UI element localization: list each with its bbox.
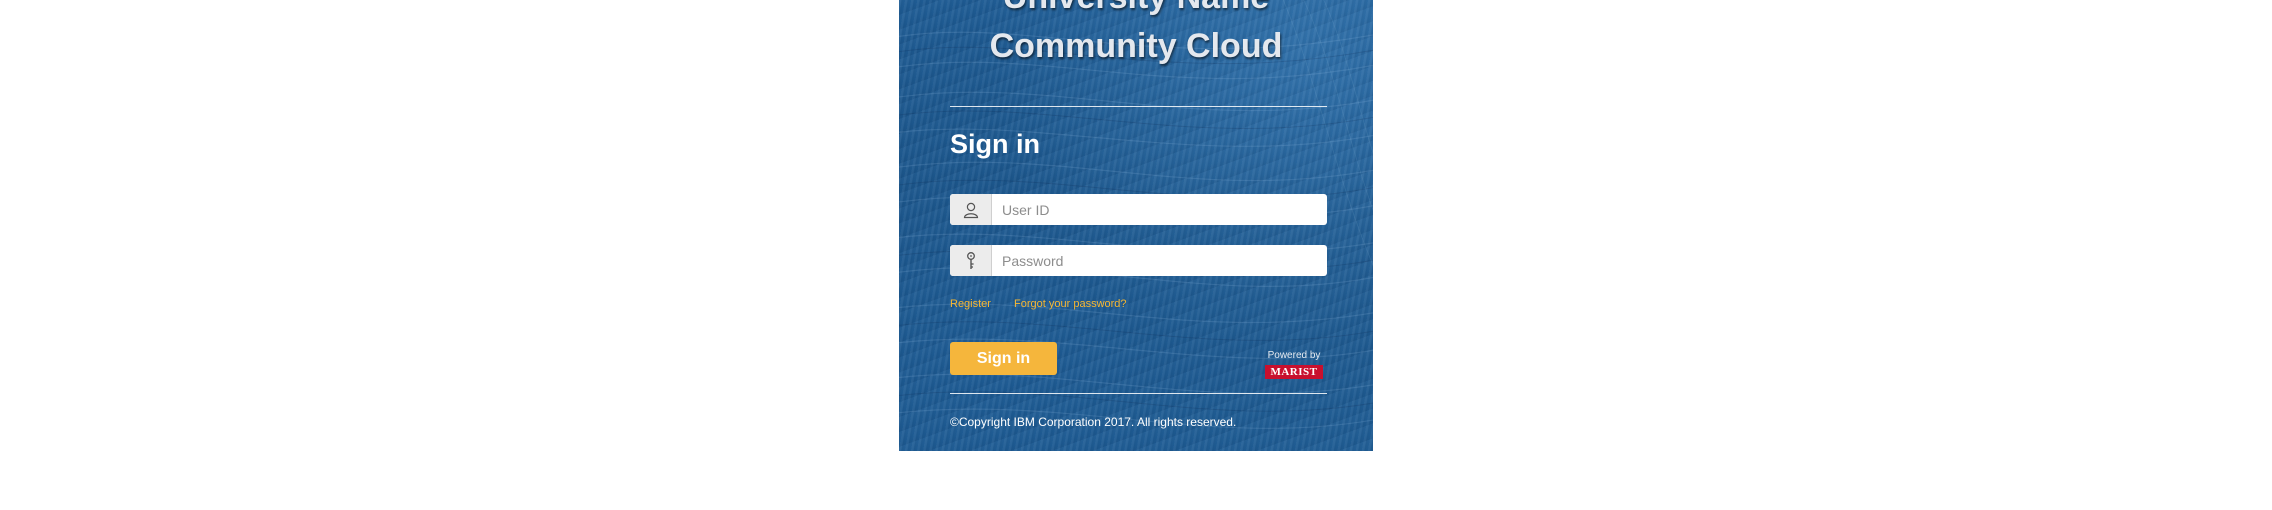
forgot-password-link[interactable]: Forgot your password? [1014, 298, 1127, 310]
sign-in-button[interactable]: Sign in [950, 342, 1057, 375]
register-link[interactable]: Register [950, 298, 991, 310]
user-icon [950, 194, 992, 225]
powered-by-label: Powered by [1267, 350, 1321, 361]
app-title-line-1: University Name [899, 0, 1373, 17]
user-id-input[interactable] [994, 194, 1320, 225]
powered-by-marist: Powered by MARIST [1259, 350, 1329, 380]
password-field[interactable] [950, 245, 1327, 276]
password-input[interactable] [994, 245, 1320, 276]
top-divider [950, 106, 1327, 107]
bottom-divider [950, 393, 1327, 394]
login-panel: University Name Community Cloud Sign in [899, 0, 1373, 451]
user-id-field[interactable] [950, 194, 1327, 225]
marist-logo: MARIST [1265, 365, 1323, 379]
account-links: Register Forgot your password? [950, 298, 1127, 310]
key-icon [950, 245, 992, 276]
page: University Name Community Cloud Sign in [0, 0, 2272, 510]
app-title: Community Cloud [989, 27, 1283, 65]
copyright-text: ©Copyright IBM Corporation 2017. All rig… [950, 415, 1237, 429]
background-texture [899, 0, 1373, 429]
sign-in-heading: Sign in [950, 129, 1040, 159]
